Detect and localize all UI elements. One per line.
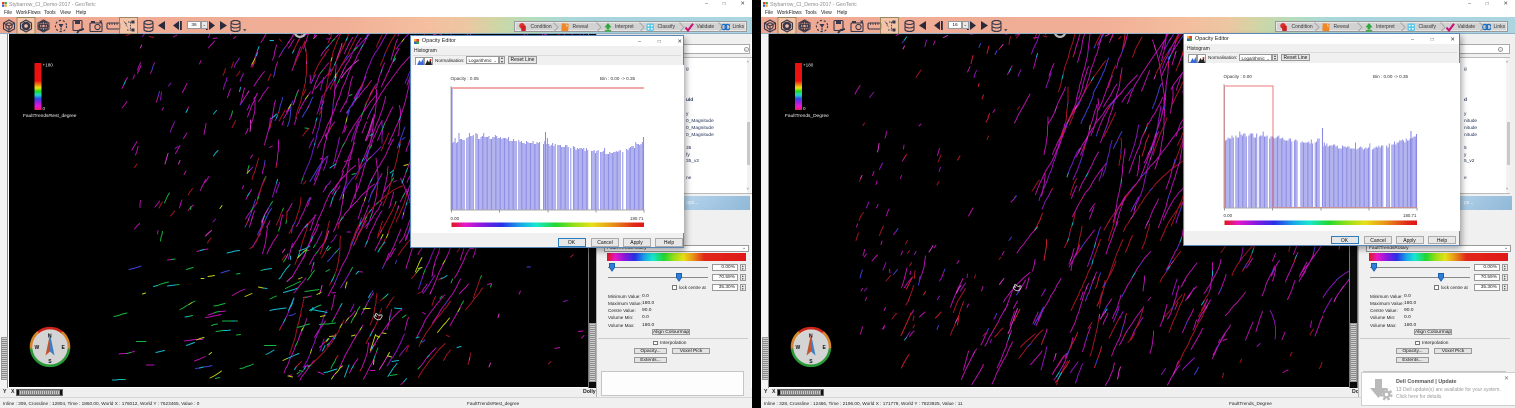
svg-text:N: N — [48, 334, 52, 340]
svg-text:N: N — [809, 334, 813, 340]
svg-text:FaultTrends_Degree: FaultTrends_Degree — [785, 113, 829, 119]
svg-text:W: W — [35, 345, 40, 351]
svg-text:0: 0 — [43, 106, 46, 111]
svg-text:+180: +180 — [43, 63, 54, 68]
svg-text:+180: +180 — [803, 63, 814, 68]
svg-text:FaultTrends#test_degree: FaultTrends#test_degree — [23, 113, 77, 119]
svg-text:W: W — [796, 345, 801, 351]
svg-text:0: 0 — [803, 106, 806, 111]
